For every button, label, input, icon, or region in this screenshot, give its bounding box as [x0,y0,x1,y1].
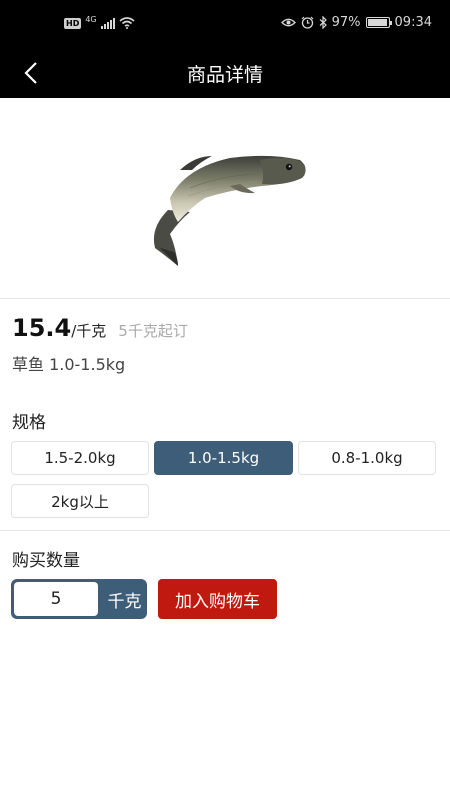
bluetooth-icon [319,16,327,29]
add-to-cart-button[interactable]: 加入购物车 [158,579,277,619]
quantity-unit: 千克 [107,591,142,612]
battery-level [367,19,387,26]
quantity-stepper: 千克 [11,579,147,619]
status-bar: HD 4G 97% 09:34 [0,0,450,48]
status-left-group: HD 4G [64,14,135,29]
price-value: 15.4 [12,314,72,342]
page-title: 商品详情 [186,64,263,86]
spec-label: 规格 [12,413,46,433]
alarm-icon [301,16,314,29]
product-image [0,98,450,298]
battery-icon [365,17,392,28]
nav-bar: 商品详情 [0,48,450,98]
network-type: 4G [85,14,97,24]
spec-option-4[interactable]: 2kg以上 [11,484,149,518]
min-order-note: 5千克起订 [118,322,188,340]
price-row: 15.4 /千克 5千克起订 [12,314,188,342]
divider-top [0,298,450,299]
divider-middle [0,530,450,531]
battery-percent: 97% [331,15,361,30]
hd-badge: HD [64,17,82,29]
spec-option-2-selected[interactable]: 1.0-1.5kg [154,441,293,475]
eye-icon [280,18,296,27]
spec-option-1[interactable]: 1.5-2.0kg [11,441,149,475]
product-detail-page: HD 4G 97% 09:34 商品详情 15.4 /千克 5千克起订 草鱼 1… [0,0,450,800]
product-name: 草鱼 1.0-1.5kg [12,355,126,374]
wifi-icon [119,17,135,29]
grass-carp-fish-image [153,155,306,266]
spec-option-3[interactable]: 0.8-1.0kg [298,441,436,475]
quantity-label: 购买数量 [12,551,80,571]
clock-time: 09:34 [394,15,432,30]
price-unit: /千克 [71,322,107,340]
quantity-input[interactable] [14,582,98,616]
status-right-group: 97% 09:34 [280,15,432,30]
signal-icon [100,17,115,29]
